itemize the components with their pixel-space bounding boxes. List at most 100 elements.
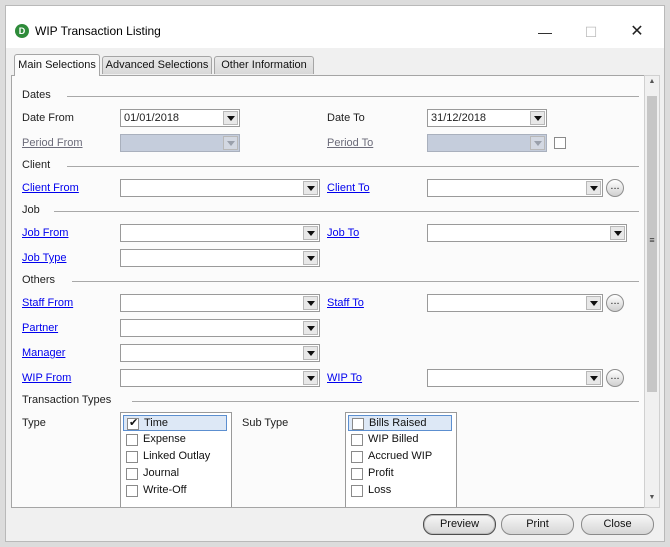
client-lookup-button[interactable]: ... [606,179,624,197]
minimize-button[interactable]: — [522,18,568,46]
subtype-checkbox-profit[interactable] [351,468,363,480]
staff-to-select[interactable] [427,294,603,312]
wip-from-link[interactable]: WIP From [22,372,71,384]
date-from-picker[interactable]: 01/01/2018 [120,109,240,127]
wip-to-select[interactable] [427,369,603,387]
preview-button[interactable]: Preview [423,514,496,535]
client-from-select[interactable] [120,179,320,197]
scroll-up-icon[interactable]: ▲ [647,78,657,85]
subtype-label-wip-billed: WIP Billed [368,433,419,445]
subtype-checkbox-bills-raised[interactable] [352,418,364,430]
section-dates-heading: Dates [22,89,51,101]
window-title: WIP Transaction Listing [35,24,161,38]
partner-select[interactable] [120,319,320,337]
type-label: Type [22,417,46,429]
type-checkbox-journal[interactable] [126,468,138,480]
period-checkbox[interactable] [554,137,566,149]
manager-select[interactable] [120,344,320,362]
type-item-linked-outlay[interactable]: Linked Outlay [123,449,227,465]
dropdown-arrow-icon[interactable] [530,111,545,125]
subtype-checkbox-loss[interactable] [351,485,363,497]
dropdown-arrow-icon[interactable] [303,226,318,240]
staff-from-select[interactable] [120,294,320,312]
date-from-label: Date From [22,112,74,124]
vertical-scrollbar[interactable]: ▲ ≡ ▼ [644,75,660,508]
dropdown-arrow-icon[interactable] [223,111,238,125]
date-to-picker[interactable]: 31/12/2018 [427,109,547,127]
close-icon: ✕ [630,23,644,40]
job-to-link[interactable]: Job To [327,227,359,239]
tab-main-selections[interactable]: Main Selections [14,54,100,76]
type-checkbox-time[interactable]: ✔ [127,417,139,430]
date-from-value: 01/01/2018 [124,112,180,124]
subtype-label-profit: Profit [368,467,394,479]
job-type-link[interactable]: Job Type [22,252,66,264]
wip-to-link[interactable]: WIP To [327,372,362,384]
type-list[interactable]: ✔ Time Expense Linked Outlay Journal Wri… [120,412,232,507]
main-selections-panel: Dates Date From 01/01/2018 Date To 31/12… [11,75,644,508]
section-others-heading: Others [22,274,56,286]
period-from-link: Period From [22,137,83,149]
subtype-item-wip-billed[interactable]: WIP Billed [348,432,452,448]
dropdown-arrow-icon[interactable] [303,321,318,335]
subtype-item-bills-raised[interactable]: Bills Raised [348,415,452,431]
wip-from-select[interactable] [120,369,320,387]
staff-from-link[interactable]: Staff From [22,297,73,309]
dropdown-arrow-icon[interactable] [303,181,318,195]
subtype-label-accrued-wip: Accrued WIP [368,450,433,462]
manager-link[interactable]: Manager [22,347,65,359]
dropdown-arrow-icon [223,136,238,150]
maximize-button[interactable]: ☐ [568,18,614,46]
dropdown-arrow-icon[interactable] [610,226,625,240]
section-divider [132,401,639,402]
staff-lookup-button[interactable]: ... [606,294,624,312]
dropdown-arrow-icon[interactable] [303,371,318,385]
tab-advanced-selections[interactable]: Advanced Selections [102,56,212,74]
subtype-checkbox-wip-billed[interactable] [351,434,363,446]
close-window-button[interactable]: ✕ [614,18,660,46]
type-item-journal[interactable]: Journal [123,466,227,482]
dropdown-arrow-icon[interactable] [586,296,601,310]
dropdown-arrow-icon[interactable] [586,181,601,195]
wip-lookup-button[interactable]: ... [606,369,624,387]
type-checkbox-write-off[interactable] [126,485,138,497]
job-to-select[interactable] [427,224,627,242]
type-checkbox-expense[interactable] [126,434,138,446]
close-button[interactable]: Close [581,514,654,535]
sub-type-list[interactable]: Bills Raised WIP Billed Accrued WIP Prof… [345,412,457,507]
type-item-expense[interactable]: Expense [123,432,227,448]
scroll-down-icon[interactable]: ▼ [647,494,657,501]
sub-type-label: Sub Type [242,417,289,429]
staff-to-link[interactable]: Staff To [327,297,364,309]
job-from-select[interactable] [120,224,320,242]
type-item-write-off[interactable]: Write-Off [123,483,227,499]
tab-other-information[interactable]: Other Information [214,56,314,74]
dropdown-arrow-icon[interactable] [586,371,601,385]
partner-link[interactable]: Partner [22,322,58,334]
print-button[interactable]: Print [501,514,574,535]
subtype-checkbox-accrued-wip[interactable] [351,451,363,463]
dropdown-arrow-icon[interactable] [303,296,318,310]
period-to-select [427,134,547,152]
section-job-heading: Job [22,204,40,216]
date-to-label: Date To [327,112,365,124]
app-icon: D [15,24,29,38]
client-to-select[interactable] [427,179,603,197]
type-checkbox-linked-outlay[interactable] [126,451,138,463]
job-type-select[interactable] [120,249,320,267]
section-divider [72,281,639,282]
type-label-linked-outlay: Linked Outlay [143,450,211,462]
section-divider [54,211,639,212]
subtype-item-loss[interactable]: Loss [348,483,452,499]
subtype-item-profit[interactable]: Profit [348,466,452,482]
job-from-link[interactable]: Job From [22,227,68,239]
scroll-thumb[interactable]: ≡ [647,96,657,392]
dropdown-arrow-icon[interactable] [303,346,318,360]
subtype-item-accrued-wip[interactable]: Accrued WIP [348,449,452,465]
client-to-link[interactable]: Client To [327,182,370,194]
type-item-time[interactable]: ✔ Time [123,415,227,431]
type-label-write-off: Write-Off [143,484,187,496]
dialog-window: D WIP Transaction Listing — ☐ ✕ Main Sel… [5,5,665,542]
dropdown-arrow-icon[interactable] [303,251,318,265]
client-from-link[interactable]: Client From [22,182,79,194]
